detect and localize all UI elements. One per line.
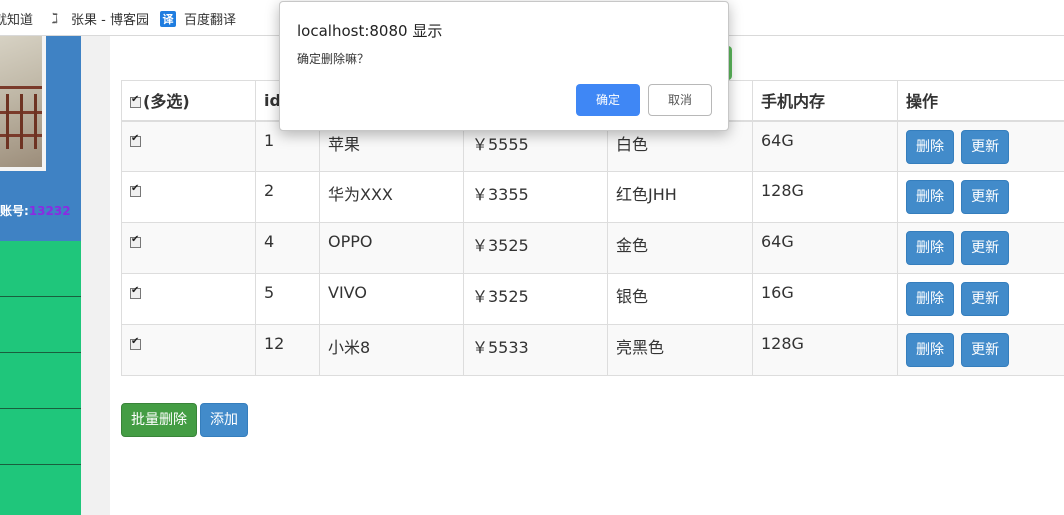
update-button[interactable]: 更新 (961, 180, 1010, 214)
delete-button[interactable]: 删除 (906, 129, 954, 164)
row-memory: 128G (752, 171, 898, 223)
table-row: 2 华为XXX ￥3355 红色JHH 128G 删除 更新 (121, 171, 1064, 223)
update-button[interactable]: 更新 (961, 129, 1010, 164)
row-color: 银色 (607, 273, 753, 325)
nav-divider (0, 296, 81, 297)
row-select-cell (121, 120, 256, 172)
update-button[interactable]: 更新 (961, 282, 1010, 316)
row-color: 红色JHH (607, 171, 753, 223)
row-price: ￥3525 (463, 222, 608, 274)
bookmark-item[interactable]: 译 百度翻译 (160, 9, 236, 28)
row-id: 5 (255, 273, 320, 325)
bookmark-label: 百度翻译 (184, 13, 237, 28)
row-color: 金色 (607, 222, 753, 274)
account-number: 13232 (28, 204, 71, 218)
content-gutter (81, 36, 110, 515)
dialog-message: 确定删除嘛？ (297, 52, 370, 66)
column-header-memory: 手机内存 (752, 80, 898, 121)
row-actions: 删除 更新 (897, 324, 1064, 376)
column-header-select: (多选) (121, 80, 256, 121)
delete-button[interactable]: 删除 (906, 231, 954, 265)
delete-button[interactable]: 删除 (906, 333, 954, 367)
row-name: 小米8 (319, 324, 464, 376)
table-row: 12 小米8 ￥5533 亮黑色 128G 删除 更新 (121, 324, 1064, 376)
bottom-actions: 批量删除 添加 (121, 403, 251, 437)
row-checkbox[interactable] (130, 285, 141, 299)
row-actions: 删除 更新 (897, 120, 1064, 172)
row-name: 华为XXX (319, 171, 464, 223)
avatar (0, 36, 46, 171)
row-price: ￥5533 (463, 324, 608, 376)
row-select-cell (121, 324, 256, 376)
dialog-title: localhost:8080 显示 (297, 22, 443, 40)
row-memory: 128G (752, 324, 898, 376)
row-checkbox[interactable] (130, 183, 141, 197)
bookmark-label: 就知道 (0, 13, 34, 28)
sidebar: 账号:13232 (0, 36, 81, 515)
dialog-ok-button[interactable]: 确定 (576, 84, 640, 116)
row-checkbox[interactable] (130, 336, 141, 350)
update-button[interactable]: 更新 (961, 333, 1010, 367)
column-header-actions: 操作 (897, 80, 1064, 121)
zhangguo-logo-icon: ℷ (51, 10, 59, 27)
row-price: ￥3355 (463, 171, 608, 223)
bookmark-item[interactable]: ℷ 张果 - 博客园 (47, 9, 149, 29)
row-price: ￥3525 (463, 273, 608, 325)
profile-panel: 账号:13232 (0, 36, 81, 241)
nav-divider (0, 352, 81, 353)
row-id: 12 (255, 324, 320, 376)
nav-divider (0, 464, 81, 465)
row-color: 亮黑色 (607, 324, 753, 376)
batch-delete-button[interactable]: 批量删除 (121, 403, 197, 437)
bookmark-label: 张果 - 博客园 (71, 13, 149, 28)
update-button[interactable]: 更新 (961, 231, 1010, 265)
row-select-cell (121, 222, 256, 274)
table-row: 5 VIVO ￥3525 银色 16G 删除 更新 (121, 273, 1064, 325)
row-name: OPPO (319, 222, 464, 274)
account-info: 账号:13232 (0, 202, 71, 219)
row-checkbox[interactable] (130, 234, 141, 248)
confirm-dialog: localhost:8080 显示 确定删除嘛？ 确定 取消 (279, 1, 729, 131)
add-button[interactable]: 添加 (200, 403, 248, 437)
delete-button[interactable]: 删除 (906, 180, 954, 214)
row-select-cell (121, 171, 256, 223)
row-checkbox[interactable] (130, 133, 141, 147)
select-all-checkbox[interactable] (130, 94, 141, 109)
account-label: 账号: (0, 204, 29, 218)
row-actions: 删除 更新 (897, 171, 1064, 223)
row-actions: 删除 更新 (897, 273, 1064, 325)
bookmark-item[interactable]: 就知道 (0, 9, 33, 28)
dialog-cancel-button[interactable]: 取消 (648, 84, 712, 116)
row-id: 4 (255, 222, 320, 274)
table-row: 4 OPPO ￥3525 金色 64G 删除 更新 (121, 222, 1064, 274)
row-memory: 16G (752, 273, 898, 325)
delete-button[interactable]: 删除 (906, 282, 954, 316)
baidu-translate-icon: 译 (160, 10, 176, 27)
row-actions: 删除 更新 (897, 222, 1064, 274)
nav-divider (0, 408, 81, 409)
row-memory: 64G (752, 222, 898, 274)
row-id: 2 (255, 171, 320, 223)
row-name: VIVO (319, 273, 464, 325)
row-select-cell (121, 273, 256, 325)
row-memory: 64G (752, 120, 898, 172)
